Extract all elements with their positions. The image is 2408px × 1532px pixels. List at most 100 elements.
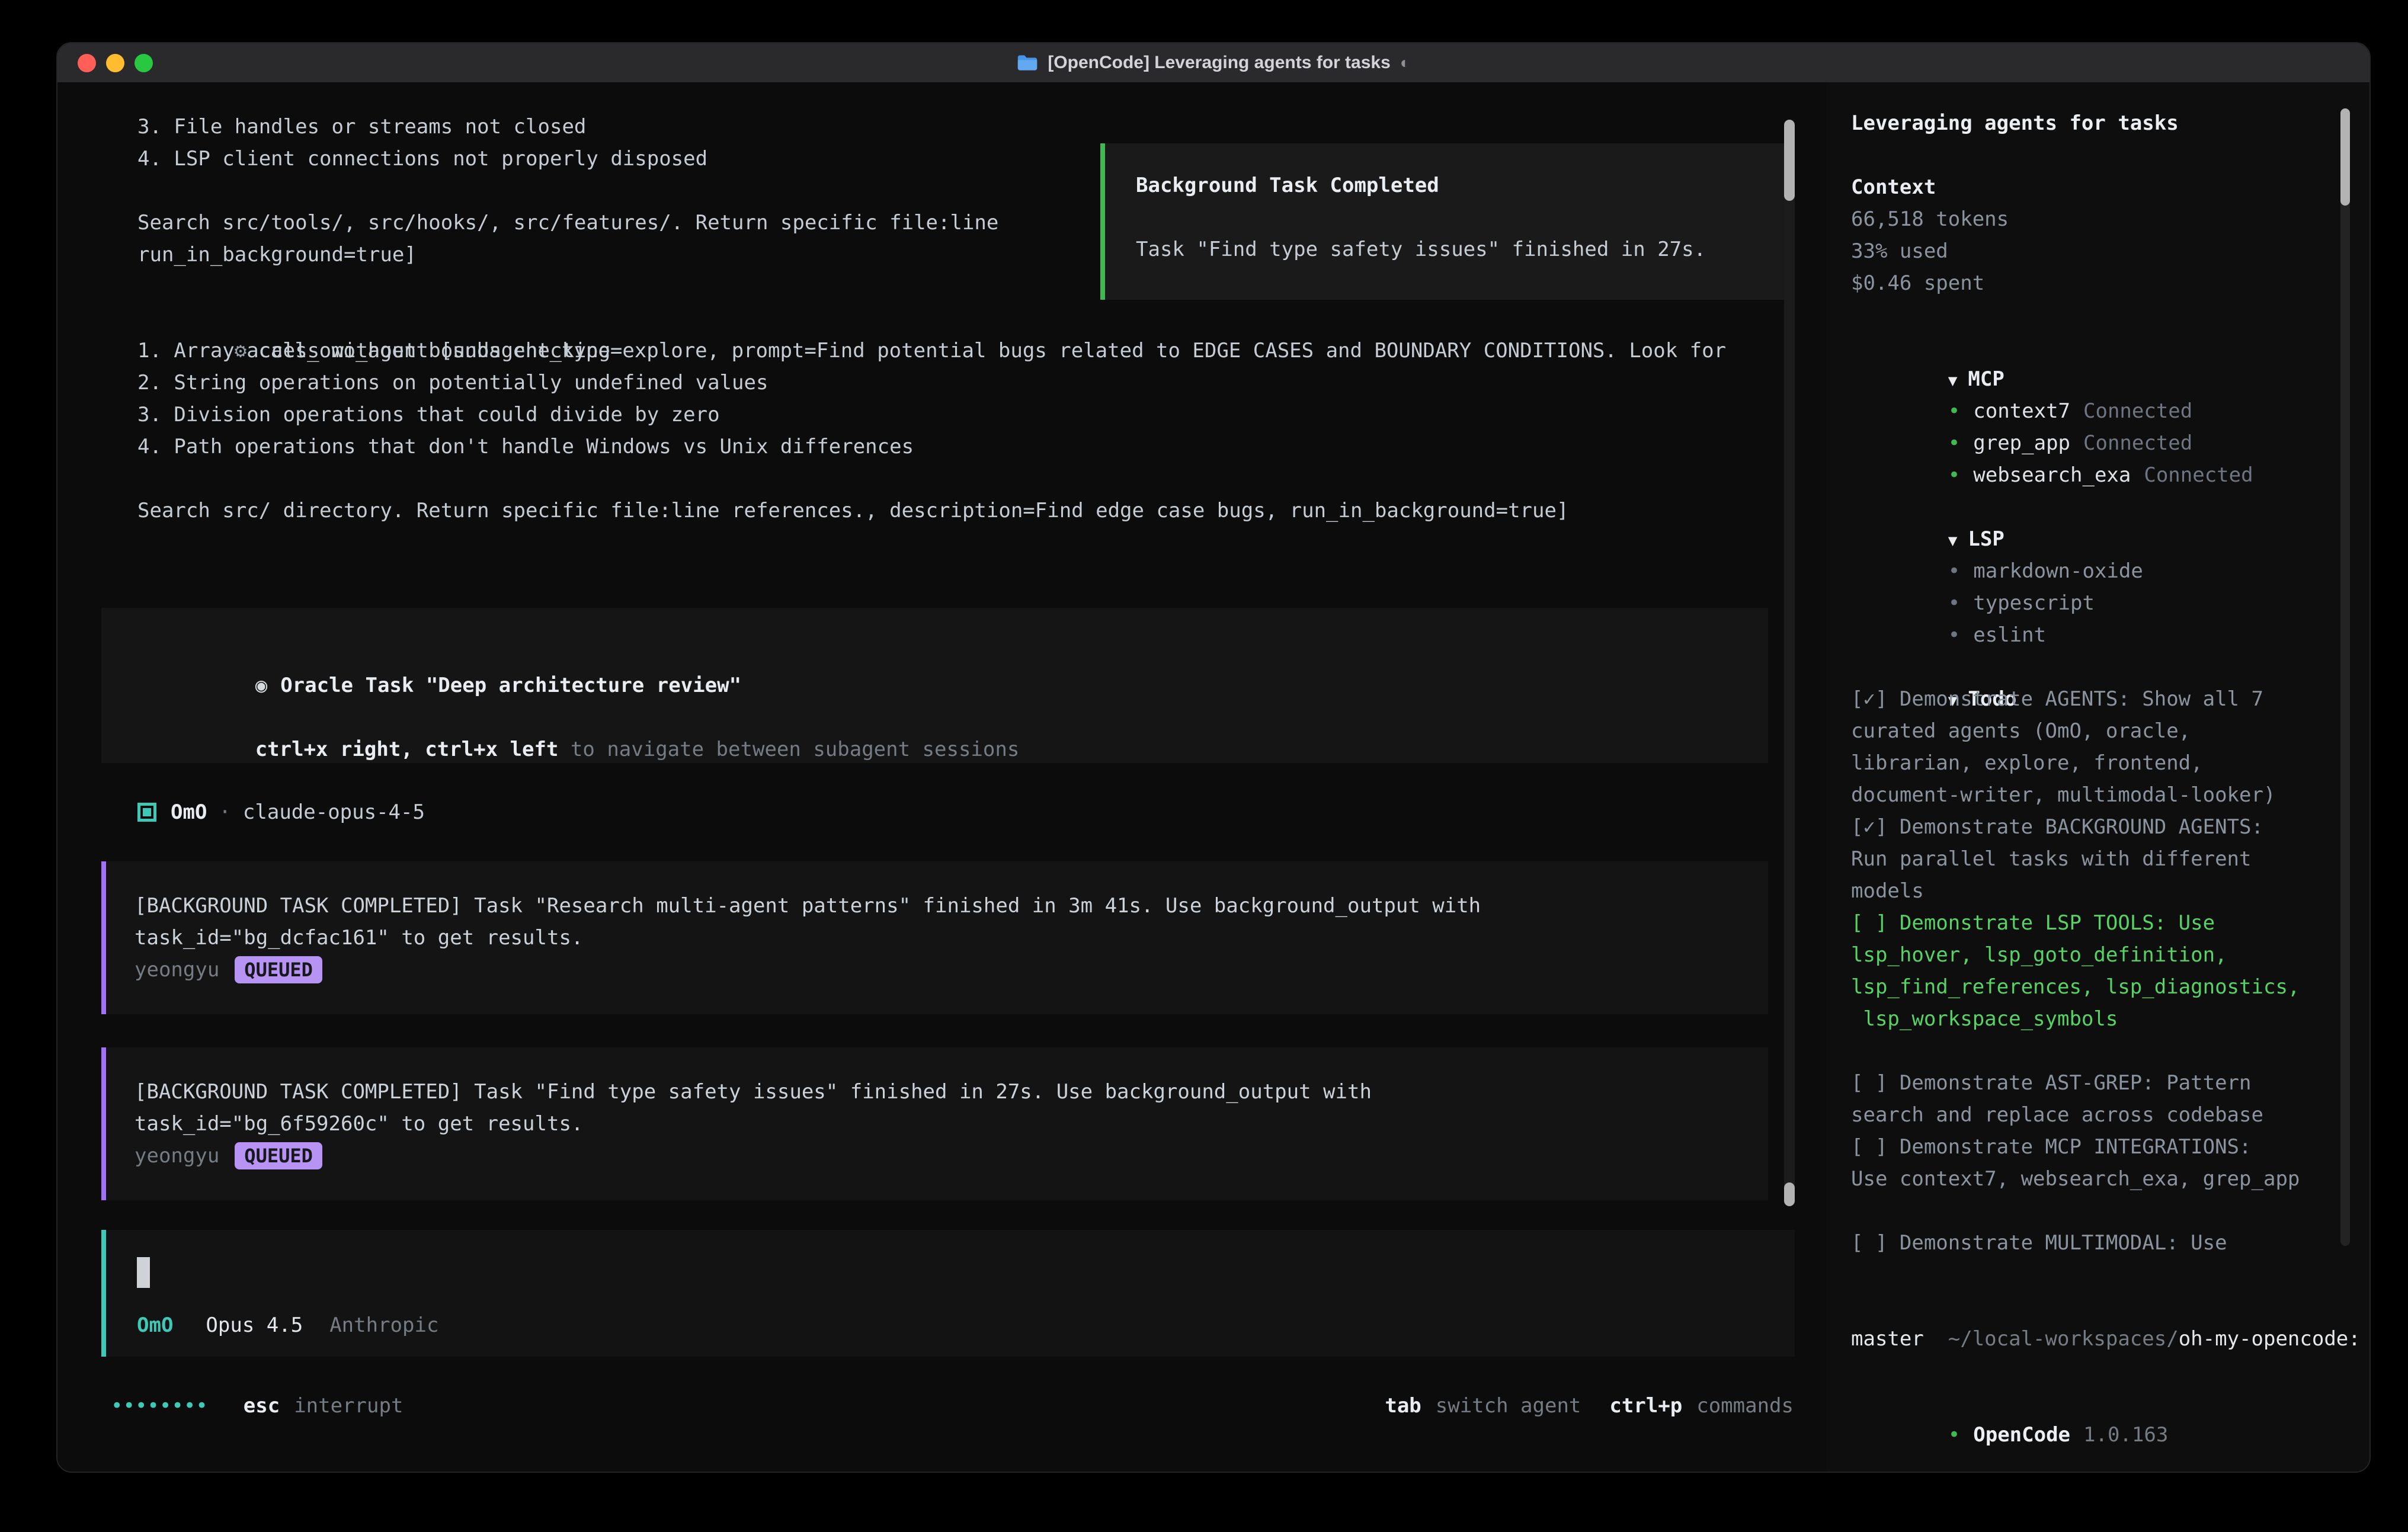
- blank-line: [1851, 299, 2371, 331]
- opencode-version-row: •OpenCode1.0.163: [1851, 1387, 2371, 1419]
- session-sidebar: Leveraging agents for tasks Context 66,5…: [1826, 84, 2371, 1473]
- todo-line: Run parallel tasks with different: [1851, 843, 2371, 875]
- message-line: [BACKGROUND TASK COMPLETED] Task "Find t…: [135, 1076, 1768, 1108]
- composer-model: Opus 4.5: [206, 1309, 303, 1341]
- bullet-icon: •: [1948, 399, 1960, 423]
- todo-line: [ ] Demonstrate MCP INTEGRATIONS:: [1851, 1131, 2371, 1163]
- todo-line: [ ] Demonstrate MULTIMODAL: Use: [1851, 1227, 2371, 1259]
- message-author: yeongyu: [135, 958, 219, 982]
- app-version: 1.0.163: [2083, 1423, 2168, 1447]
- todo-line: lsp_workspace_symbols: [1851, 1003, 2371, 1035]
- prompt-input[interactable]: OmO Opus 4.5 Anthropic: [101, 1230, 1795, 1357]
- background-task-message: [BACKGROUND TASK COMPLETED] Task "Resear…: [101, 861, 1768, 1014]
- tool-call-footer: Search src/ directory. Return specific f…: [57, 495, 1826, 527]
- oracle-title-line: ◉Oracle Task "Deep architecture review": [134, 637, 1768, 669]
- separator-dot: ·: [219, 800, 230, 824]
- message-author: yeongyu: [135, 1144, 219, 1168]
- commands-key-label: commands: [1696, 1390, 1794, 1422]
- sidebar-scrollbar-track[interactable]: [2340, 108, 2350, 1246]
- esc-key-hint: esc: [244, 1390, 280, 1422]
- window-title: [OpenCode] Leveraging agents for tasks: [1048, 53, 1390, 73]
- blank-line: [1136, 201, 1794, 233]
- composer-provider: Anthropic: [329, 1309, 438, 1341]
- todo-item: [✓] Demonstrate AGENTS: Show all 7 curat…: [1851, 683, 2371, 811]
- message-meta: yeongyu QUEUED: [135, 1140, 1768, 1172]
- blank-line: [1851, 1355, 2371, 1387]
- bullet-icon: •: [1948, 623, 1960, 647]
- status-badge: QUEUED: [235, 956, 322, 983]
- oracle-title: Oracle Task "Deep architecture review": [280, 674, 741, 697]
- chat-main-area: 3. File handles or streams not closed 4.…: [57, 84, 1826, 1473]
- toast-title: Background Task Completed: [1136, 169, 1794, 201]
- todo-item: [ ] Demonstrate MULTIMODAL: Use: [1851, 1227, 2371, 1259]
- traffic-lights: [78, 43, 153, 82]
- workspace-path: ~/local-workspaces/oh-my-opencode:: [1851, 1291, 2371, 1323]
- todo-section-header[interactable]: ▼Todo: [1851, 651, 2371, 683]
- minimize-window-button[interactable]: [106, 54, 124, 72]
- mcp-heading-label: MCP: [1968, 367, 2004, 391]
- tool-call-item: 4. Path operations that don't handle Win…: [57, 431, 1826, 463]
- composer-model-row: OmO Opus 4.5 Anthropic: [137, 1309, 1795, 1341]
- lsp-heading-label: LSP: [1968, 527, 2004, 551]
- window-title-group: [OpenCode] Leveraging agents for tasks ◐: [1017, 53, 1410, 73]
- context-used: 33% used: [1851, 235, 2371, 267]
- main-scrollbar-track[interactable]: [1784, 120, 1795, 1206]
- blank-line: [1851, 139, 2371, 171]
- blank-line: [57, 463, 1826, 495]
- tool-call-header: ⚙call_omo_agent [subagent_type=explore, …: [57, 303, 1826, 335]
- agent-session-header: OmO · claude-opus-4-5: [137, 796, 1826, 828]
- session-activity-icon: ◐: [1400, 53, 1410, 72]
- bullet-icon: •: [1948, 1423, 1960, 1447]
- bullet-icon: •: [1948, 463, 1960, 487]
- text-cursor: [137, 1257, 150, 1288]
- omo-agent-icon: [137, 803, 156, 822]
- main-scrollbar-thumb[interactable]: [1784, 1182, 1795, 1206]
- todo-line: librarian, explore, frontend,: [1851, 747, 2371, 779]
- hint-keys: ctrl+x right, ctrl+x left: [255, 738, 559, 761]
- todo-line: search and replace across codebase: [1851, 1099, 2371, 1131]
- todo-item: [ ] Demonstrate AST-GREP: Pattern search…: [1851, 1067, 2371, 1131]
- blank-line: [1851, 1259, 2371, 1291]
- zoom-window-button[interactable]: [135, 54, 153, 72]
- sidebar-session-title: Leveraging agents for tasks: [1851, 107, 2371, 139]
- folder-icon: [1017, 54, 1038, 72]
- status-badge: QUEUED: [235, 1142, 322, 1169]
- tool-call-item: 3. Division operations that could divide…: [57, 399, 1826, 431]
- oracle-task-panel: ◉Oracle Task "Deep architecture review" …: [101, 608, 1768, 763]
- todo-item-active: [ ] Demonstrate LSP TOOLS: Use lsp_hover…: [1851, 907, 2371, 1035]
- sidebar-scrollbar-thumb[interactable]: [2340, 108, 2350, 206]
- commands-key-hint: ctrl+p: [1609, 1390, 1682, 1422]
- oracle-hint: ctrl+x right, ctrl+x left to navigate be…: [134, 701, 1768, 733]
- todo-line: [ ] Demonstrate AST-GREP: Pattern: [1851, 1067, 2371, 1099]
- tool-call-item: 2. String operations on potentially unde…: [57, 367, 1826, 399]
- todo-line: [ ] Demonstrate LSP TOOLS: Use: [1851, 907, 2371, 939]
- context-heading: Context: [1851, 171, 2371, 203]
- context-tokens: 66,518 tokens: [1851, 203, 2371, 235]
- mcp-section-header[interactable]: ▼MCP: [1851, 331, 2371, 363]
- message-line: task_id="bg_6f59260c" to get results.: [135, 1108, 1768, 1140]
- window-titlebar[interactable]: [OpenCode] Leveraging agents for tasks ◐: [57, 43, 2369, 84]
- todo-line: curated agents (OmO, oracle,: [1851, 715, 2371, 747]
- main-scrollbar-thumb[interactable]: [1784, 120, 1795, 201]
- agent-model: claude-opus-4-5: [243, 800, 425, 824]
- bullet-icon: •: [1948, 591, 1960, 615]
- collapse-arrow-icon: ▼: [1948, 532, 1958, 550]
- status-bar: •••••••• esc interrupt tab switch agent …: [57, 1390, 1826, 1422]
- spinner-dots-icon: ••••••••: [111, 1390, 208, 1422]
- todo-line: models: [1851, 875, 2371, 907]
- todo-line: document-writer, multimodal-looker): [1851, 779, 2371, 811]
- todo-item: [ ] Demonstrate MCP INTEGRATIONS: Use co…: [1851, 1131, 2371, 1195]
- oracle-icon: ◉: [255, 674, 267, 697]
- todo-line: [✓] Demonstrate BACKGROUND AGENTS:: [1851, 811, 2371, 843]
- esc-key-label: interrupt: [294, 1390, 403, 1422]
- collapse-arrow-icon: ▼: [1948, 372, 1958, 390]
- bullet-icon: •: [1948, 559, 1960, 583]
- close-window-button[interactable]: [78, 54, 96, 72]
- todo-item: [✓] Demonstrate BACKGROUND AGENTS: Run p…: [1851, 811, 2371, 907]
- lsp-section-header[interactable]: ▼LSP: [1851, 491, 2371, 523]
- message-line: task_id="bg_dcfac161" to get results.: [135, 922, 1768, 954]
- message-meta: yeongyu QUEUED: [135, 954, 1768, 986]
- hint-text: to navigate between subagent sessions: [558, 738, 1019, 761]
- message-line: [BACKGROUND TASK COMPLETED] Task "Resear…: [135, 890, 1768, 922]
- background-task-message: [BACKGROUND TASK COMPLETED] Task "Find t…: [101, 1047, 1768, 1200]
